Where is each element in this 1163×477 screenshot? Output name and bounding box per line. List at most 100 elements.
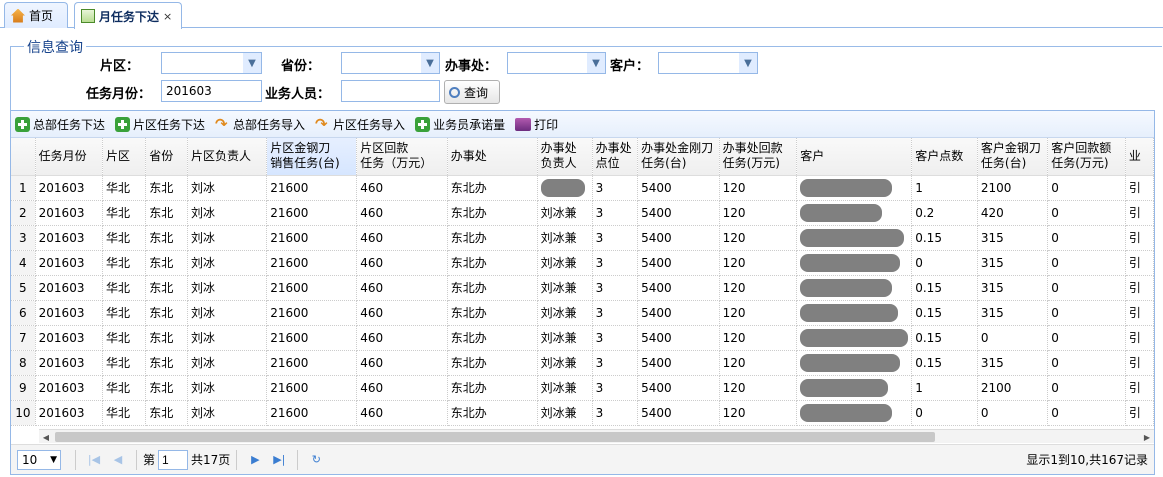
province-select[interactable]: ▼ — [341, 52, 440, 74]
column-header[interactable]: 办事处 — [447, 138, 538, 176]
column-header[interactable]: 片区负责人 — [187, 138, 268, 176]
column-header[interactable]: 办事处回款 任务(万元) — [719, 138, 798, 176]
page-size-value: 10 — [22, 452, 38, 467]
toolbar-label: 片区任务导入 — [333, 117, 406, 132]
column-header[interactable]: 片区 — [102, 138, 147, 176]
table-row[interactable]: 9 201603 华北 东北 刘冰 21600 460 东北办 刘冰兼 3 5400 120 1 2100… — [11, 375, 1154, 401]
column-header[interactable]: 客户点数 — [911, 138, 978, 176]
column-header[interactable]: 片区金钢刀 销售任务(台) — [266, 138, 358, 176]
cell-off-knife: 5400 — [637, 175, 720, 201]
cell-off-pay: 120 — [719, 175, 798, 201]
cell-area-knife: 21600 — [266, 200, 358, 226]
table-row[interactable]: 10 201603 华北 东北 刘冰 21600 460 东北办 刘冰兼 3 5400 120 0 0 0 引 — [11, 400, 1154, 426]
page-size-select[interactable]: 10 ▼ — [17, 449, 61, 470]
cell-area-pay: 460 — [356, 250, 448, 276]
cell-cust-pts: 1 — [911, 175, 978, 201]
toolbar-label: 业务员承诺量 — [433, 117, 506, 132]
pagination: 10 ▼ |◀ ◀ 第 共17页 ▶ ▶| ↻ 显示1到10,共167记录 — [11, 444, 1154, 474]
first-page-icon[interactable]: |◀ — [85, 451, 103, 469]
cell-cust-pts: 0.2 — [911, 200, 978, 226]
print-button[interactable]: 打印 — [515, 116, 558, 133]
add-icon — [115, 116, 131, 132]
office-select[interactable]: ▼ — [507, 52, 606, 74]
cell-biz: 引 — [1125, 200, 1154, 226]
column-header[interactable]: 办事处 负责人 — [537, 138, 593, 176]
last-page-icon[interactable]: ▶| — [270, 451, 288, 469]
chevron-down-icon[interactable]: ▼ — [421, 53, 439, 73]
cell-cust-knife: 315 — [977, 225, 1049, 251]
redacted-customer — [800, 328, 909, 347]
column-header[interactable]: 任务月份 — [35, 138, 103, 176]
column-header[interactable]: 客户金钢刀 任务(台) — [977, 138, 1049, 176]
salesperson-commit-button[interactable]: 业务员承诺量 — [415, 116, 505, 133]
table-row[interactable]: 2 201603 华北 东北 刘冰 21600 460 东北办 刘冰兼 3 5400 120 0.2 42… — [11, 200, 1154, 226]
horizontal-scrollbar[interactable]: ◀ ▶ — [39, 429, 1154, 443]
cell-area-pay: 460 — [356, 400, 448, 426]
cell-pts: 3 — [592, 300, 639, 326]
page-number-input[interactable] — [158, 449, 189, 470]
column-header[interactable]: 办事处金刚刀 任务(台) — [637, 138, 720, 176]
chevron-down-icon[interactable]: ▼ — [587, 53, 605, 73]
cell-biz: 引 — [1125, 350, 1154, 376]
cell-area-mgr: 刘冰 — [187, 350, 268, 376]
tab-monthly-task[interactable]: 月任务下达 × — [74, 2, 182, 29]
cell-off-pay: 120 — [719, 250, 798, 276]
table-row[interactable]: 5 201603 华北 东北 刘冰 21600 460 东北办 刘冰兼 3 5400 120 0.15 3… — [11, 275, 1154, 301]
next-page-icon[interactable]: ▶ — [246, 451, 264, 469]
cell-off-knife: 5400 — [637, 275, 720, 301]
hq-task-import-button[interactable]: ↷ 总部任务导入 — [215, 116, 305, 133]
scrollbar-thumb[interactable] — [55, 432, 935, 442]
cell-area: 华北 — [102, 300, 147, 326]
area-task-import-button[interactable]: ↷ 片区任务导入 — [315, 116, 405, 133]
tab-home[interactable]: 首页 — [4, 2, 68, 28]
salesperson-input[interactable] — [341, 80, 440, 102]
area-select[interactable]: ▼ — [161, 52, 262, 74]
chevron-down-icon[interactable]: ▼ — [243, 53, 261, 73]
cell-cust-pay: 0 — [1047, 350, 1126, 376]
search-button[interactable]: 查询 — [444, 80, 500, 104]
search-button-label: 查询 — [464, 85, 489, 100]
column-header[interactable]: 省份 — [145, 138, 188, 176]
table-row[interactable]: 6 201603 华北 东北 刘冰 21600 460 东北办 刘冰兼 3 5400 120 0.15 3… — [11, 300, 1154, 326]
cell-office-mgr: 刘冰兼 — [537, 325, 593, 351]
cell-area-mgr: 刘冰 — [187, 275, 268, 301]
page-total: 共17页 — [191, 453, 231, 467]
cell-cust-pts: 0 — [911, 400, 978, 426]
area-task-issue-button[interactable]: 片区任务下达 — [115, 116, 205, 133]
prev-page-icon[interactable]: ◀ — [109, 451, 127, 469]
cell-office: 东北办 — [447, 200, 538, 226]
scroll-left-icon[interactable]: ◀ — [39, 430, 53, 444]
cell-customer — [796, 225, 913, 251]
hq-task-issue-button[interactable]: 总部任务下达 — [15, 116, 105, 133]
table-row[interactable]: 8 201603 华北 东北 刘冰 21600 460 东北办 刘冰兼 3 5400 120 0.15 3… — [11, 350, 1154, 376]
cell-prov: 东北 — [145, 275, 188, 301]
customer-select[interactable]: ▼ — [658, 52, 758, 74]
cell-prov: 东北 — [145, 250, 188, 276]
scroll-right-icon[interactable]: ▶ — [1140, 430, 1154, 444]
cell-area-pay: 460 — [356, 175, 448, 201]
chevron-down-icon[interactable]: ▼ — [739, 53, 757, 73]
column-header[interactable]: 片区回款 任务（万元） — [356, 138, 448, 176]
search-icon — [449, 86, 460, 98]
close-icon[interactable]: × — [163, 10, 172, 23]
table-row[interactable]: 4 201603 华北 东北 刘冰 21600 460 东北办 刘冰兼 3 5400 120 0 315 0… — [11, 250, 1154, 276]
cell-cust-pay: 0 — [1047, 225, 1126, 251]
cell-prov: 东北 — [145, 375, 188, 401]
cell-month: 201603 — [35, 200, 103, 226]
task-grid: 任务月份 片区 省份 片区负责人 片区金钢刀 销售任务(台) 片区回款 任务（万元）… — [11, 138, 1154, 428]
column-header[interactable]: 办事处 点位 — [592, 138, 639, 176]
column-header[interactable]: 客户 — [796, 138, 913, 176]
cell-customer — [796, 325, 913, 351]
table-row[interactable]: 7 201603 华北 东北 刘冰 21600 460 东北办 刘冰兼 3 5400 120 0.15 0… — [11, 325, 1154, 351]
column-header[interactable]: 业 — [1125, 138, 1154, 176]
column-header[interactable]: 客户回款额 任务(万元) — [1047, 138, 1126, 176]
row-number: 4 — [11, 250, 36, 276]
cell-area-knife: 21600 — [266, 325, 358, 351]
month-input[interactable] — [161, 80, 262, 102]
column-header-label: 片区金钢刀 销售任务(台) — [270, 141, 340, 171]
table-row[interactable]: 3 201603 华北 东北 刘冰 21600 460 东北办 刘冰兼 3 5400 120 0.15 3… — [11, 225, 1154, 251]
table-row[interactable]: 1 201603 华北 东北 刘冰 21600 460 东北办 3 5400 120 1 2100 0 引 — [11, 175, 1154, 201]
refresh-icon[interactable]: ↻ — [307, 451, 325, 469]
tab-bar: 首页 月任务下达 × — [0, 0, 1163, 29]
cell-cust-pay: 0 — [1047, 375, 1126, 401]
